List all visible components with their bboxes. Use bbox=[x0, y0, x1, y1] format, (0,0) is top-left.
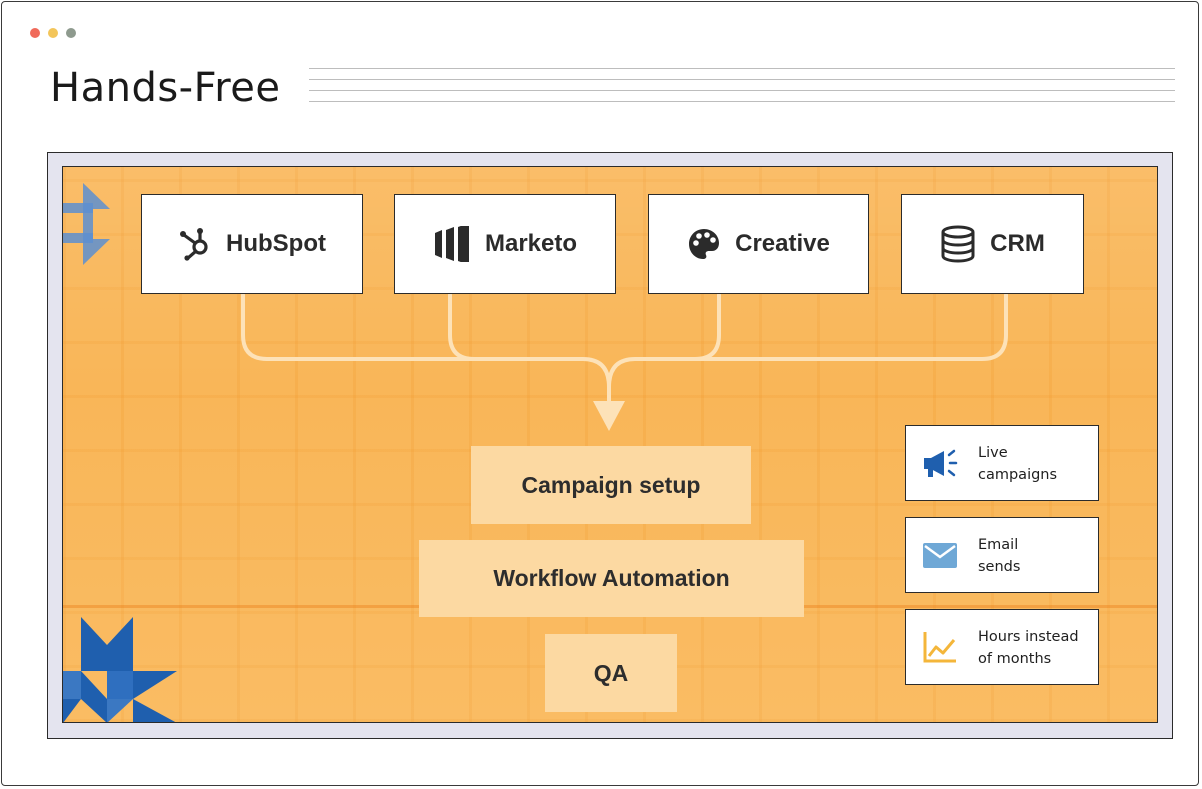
stat-card-email-sends: Email sends bbox=[905, 517, 1099, 593]
stat-text-hours-instead-of-months: Hours instead of months bbox=[978, 629, 1079, 667]
diagram-panel: HubSpot Marketo Creative CRM Campaign se… bbox=[62, 166, 1158, 723]
step-qa: QA bbox=[545, 634, 677, 712]
envelope-icon bbox=[922, 538, 958, 572]
step-workflow-automation: Workflow Automation bbox=[419, 540, 804, 617]
tool-label-creative: Creative bbox=[735, 230, 830, 257]
database-icon bbox=[940, 225, 976, 263]
window-minimize-button[interactable] bbox=[48, 28, 58, 38]
tool-card-hubspot: HubSpot bbox=[141, 194, 363, 294]
window-maximize-button[interactable] bbox=[66, 28, 76, 38]
title-rule-lines bbox=[309, 68, 1175, 112]
line-chart-icon bbox=[922, 630, 958, 664]
megaphone-icon bbox=[922, 446, 958, 480]
stat-card-hours-instead-of-months: Hours instead of months bbox=[905, 609, 1099, 685]
tool-label-crm: CRM bbox=[990, 230, 1045, 257]
tool-card-crm: CRM bbox=[901, 194, 1084, 294]
tool-card-creative: Creative bbox=[648, 194, 869, 294]
marketo-icon bbox=[433, 226, 471, 262]
palette-icon bbox=[687, 227, 721, 261]
stat-text-email-sends: Email sends bbox=[978, 537, 1021, 575]
step-campaign-setup: Campaign setup bbox=[471, 446, 751, 524]
tool-card-marketo: Marketo bbox=[394, 194, 616, 294]
hubspot-icon bbox=[178, 227, 212, 261]
page-title: Hands-Free bbox=[50, 65, 281, 111]
tool-label-hubspot: HubSpot bbox=[226, 230, 326, 257]
stat-text-live-campaigns: Live campaigns bbox=[978, 445, 1058, 483]
tool-label-marketo: Marketo bbox=[484, 230, 578, 257]
stat-card-live-campaigns: Live campaigns bbox=[905, 425, 1099, 501]
window-close-button[interactable] bbox=[30, 28, 40, 38]
